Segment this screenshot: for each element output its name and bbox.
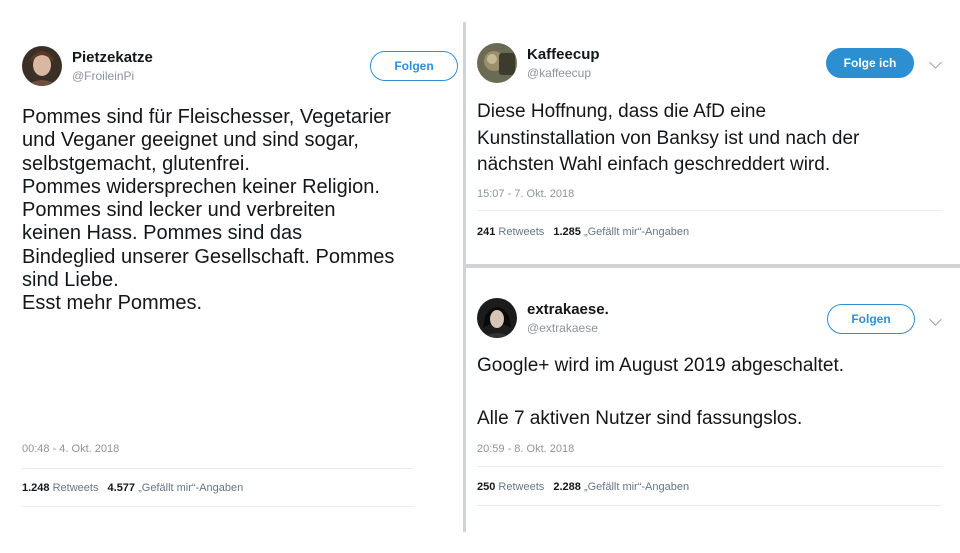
following-button[interactable]: Folge ich xyxy=(826,48,914,78)
tweet-text: Pommes sind für Fleischesser, Vegetarier… xyxy=(22,106,395,315)
tweet-card: Kaffeecup @kaffeecup Folge ich Diese Hof… xyxy=(477,43,947,253)
divider xyxy=(22,506,414,507)
tweet-header: Pietzekatze @FroileinPi Folgen xyxy=(22,46,462,90)
chevron-down-icon[interactable] xyxy=(929,313,942,326)
display-name[interactable]: extrakaese. xyxy=(527,301,609,318)
tweet-card: extrakaese. @extrakaese Folgen Google+ w… xyxy=(477,298,947,518)
display-name[interactable]: Pietzekatze xyxy=(72,49,153,66)
retweets-label: Retweets xyxy=(52,482,99,494)
tweet-stats: 241 Retweets 1.285 „Gefällt mir“-Angaben xyxy=(477,226,689,238)
display-name[interactable]: Kaffeecup xyxy=(527,46,600,63)
tweet-text: Google+ wird im August 2019 abgeschaltet… xyxy=(477,355,845,429)
row-divider xyxy=(466,264,960,268)
follow-button[interactable]: Folgen xyxy=(370,51,458,81)
retweet-count[interactable]: 250 xyxy=(477,481,495,493)
tweet-stats: 250 Retweets 2.288 „Gefällt mir“-Angaben xyxy=(477,481,689,493)
tweet-timestamp[interactable]: 20:59 - 8. Okt. 2018 xyxy=(477,443,574,455)
divider xyxy=(477,210,942,211)
user-handle[interactable]: @FroileinPi xyxy=(72,69,134,83)
tweet-text: Diese Hoffnung, dass die AfD eine Kunsti… xyxy=(477,101,860,175)
chevron-down-icon[interactable] xyxy=(929,56,942,69)
avatar[interactable] xyxy=(477,43,517,83)
likes-label: „Gefällt mir“-Angaben xyxy=(583,481,690,493)
avatar[interactable] xyxy=(22,46,62,86)
tweet-stats: 1.248 Retweets 4.577 „Gefällt mir“-Angab… xyxy=(22,482,243,494)
column-divider xyxy=(463,22,466,532)
like-count[interactable]: 2.288 xyxy=(553,481,581,493)
likes-label: „Gefällt mir“-Angaben xyxy=(138,482,244,494)
tweet-header: extrakaese. @extrakaese Folgen xyxy=(477,298,947,342)
divider xyxy=(22,468,414,469)
tweet-timestamp[interactable]: 00:48 - 4. Okt. 2018 xyxy=(22,443,119,455)
retweet-count[interactable]: 241 xyxy=(477,226,495,238)
tweet-timestamp[interactable]: 15:07 - 7. Okt. 2018 xyxy=(477,188,574,200)
retweets-label: Retweets xyxy=(498,481,545,493)
like-count[interactable]: 1.285 xyxy=(553,226,581,238)
like-count[interactable]: 4.577 xyxy=(108,482,136,494)
tweet-header: Kaffeecup @kaffeecup Folge ich xyxy=(477,43,947,87)
divider xyxy=(477,505,942,506)
retweet-count[interactable]: 1.248 xyxy=(22,482,50,494)
user-handle[interactable]: @kaffeecup xyxy=(527,66,591,80)
likes-label: „Gefällt mir“-Angaben xyxy=(583,226,690,238)
divider xyxy=(477,466,942,467)
follow-button[interactable]: Folgen xyxy=(827,304,915,334)
avatar[interactable] xyxy=(477,298,517,338)
retweets-label: Retweets xyxy=(498,226,545,238)
tweet-card: Pietzekatze @FroileinPi Folgen Pommes si… xyxy=(22,46,462,516)
user-handle[interactable]: @extrakaese xyxy=(527,321,598,335)
